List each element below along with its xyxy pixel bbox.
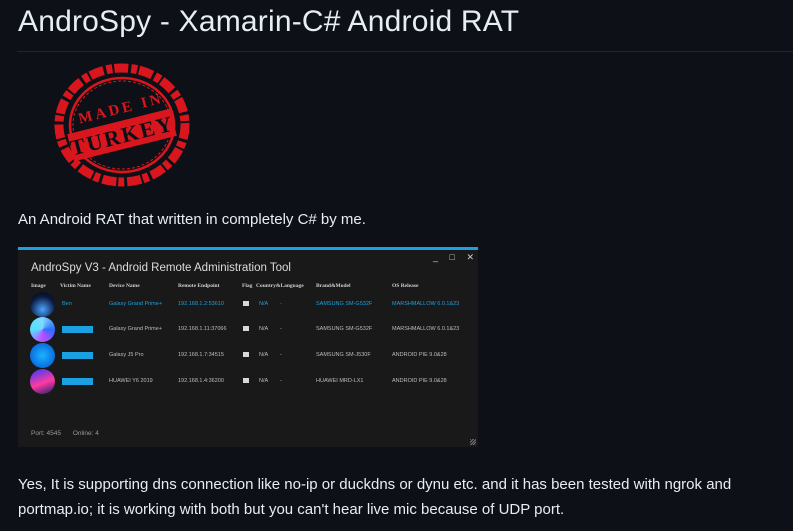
brand-model: SAMSUNG SM-J530F [316, 352, 371, 358]
device-wallpaper-thumbnail [30, 369, 55, 394]
online-count: Online: 4 [72, 430, 99, 437]
country: N/A [259, 352, 269, 358]
intro-paragraph: An Android RAT that written in completel… [18, 211, 366, 228]
victim-name-redacted [62, 326, 93, 333]
os-release: ANDROID PIE 9.0&28 [392, 352, 447, 358]
column-header-victim[interactable]: Victim Name [60, 283, 91, 289]
device-name: Galaxy Grand Prime+ [109, 301, 163, 307]
column-header-brand[interactable]: Brand&Model [316, 283, 351, 289]
brand-model: SAMSUNG SM-G532F [316, 326, 373, 332]
flag-icon [243, 301, 249, 306]
table-row[interactable]: HUAWEI Y6 2019 192.168.1.4:36200 N/A - H… [18, 369, 478, 395]
column-header-flag[interactable]: Flag [242, 283, 252, 289]
language: - [280, 301, 282, 307]
made-in-turkey-logo: MADE IN TURKEY [53, 63, 191, 188]
table-row[interactable]: Galaxy J5 Pro 192.168.1.7:34515 N/A - SA… [18, 343, 478, 369]
language: - [280, 378, 282, 384]
close-icon[interactable]: ✕ [466, 252, 474, 262]
remote-endpoint: 192.168.1.11:37066 [178, 326, 227, 332]
victim-name: Ben [62, 301, 72, 307]
device-wallpaper-thumbnail [30, 343, 55, 368]
victim-name-redacted [62, 352, 93, 359]
column-header-endpoint[interactable]: Remote Endpoint [178, 283, 219, 289]
device-name: Galaxy Grand Prime+ [109, 326, 163, 332]
table-row[interactable]: Galaxy Grand Prime+ 192.168.1.11:37066 N… [18, 317, 478, 343]
column-header-device[interactable]: Device Name [109, 283, 140, 289]
remote-endpoint: 192.168.1.2:53610 [178, 301, 224, 307]
device-name: Galaxy J5 Pro [109, 352, 144, 358]
flag-icon [243, 352, 249, 357]
table-row[interactable]: Ben Galaxy Grand Prime+ 192.168.1.2:5361… [18, 292, 478, 318]
flag-icon [243, 378, 249, 383]
os-release: MARSHMALLOW 6.0.1&23 [392, 301, 460, 307]
app-window-title: AndroSpy V3 - Android Remote Administrat… [31, 262, 291, 274]
device-wallpaper-thumbnail [30, 317, 55, 342]
remote-endpoint: 192.168.1.4:36200 [178, 378, 224, 384]
heading-divider [17, 51, 793, 52]
flag-icon [243, 326, 249, 331]
androspy-app-screenshot: AndroSpy V3 - Android Remote Administrat… [18, 247, 478, 447]
device-wallpaper-thumbnail [30, 292, 55, 317]
brand-model: HUAWEI MRD-LX1 [316, 378, 364, 384]
column-header-country[interactable]: Country&Language [256, 283, 304, 289]
language: - [280, 326, 282, 332]
minimize-icon[interactable]: _ [433, 252, 438, 262]
maximize-icon[interactable]: □ [450, 252, 455, 262]
country: N/A [259, 326, 269, 332]
page-title: AndroSpy - Xamarin-C# Android RAT [18, 5, 520, 38]
column-header-image[interactable]: Image [31, 283, 46, 289]
country: N/A [259, 301, 269, 307]
victim-name-redacted [62, 378, 93, 385]
window-controls: _ □ ✕ [424, 252, 474, 263]
remote-endpoint: 192.168.1.7:34515 [178, 352, 224, 358]
os-release: MARSHMALLOW 6.0.1&23 [392, 326, 460, 332]
language: - [280, 352, 282, 358]
brand-model: SAMSUNG SM-G532F [316, 301, 373, 307]
status-bar: Port: 4545 Online: 4 [31, 430, 109, 437]
os-release: ANDROID PIE 9.0&28 [392, 378, 447, 384]
port-status: Port: 4545 [31, 430, 61, 437]
description-paragraph: Yes, It is supporting dns connection lik… [18, 476, 732, 518]
resize-grip-icon[interactable] [470, 439, 476, 445]
country: N/A [259, 378, 269, 384]
device-name: HUAWEI Y6 2019 [109, 378, 153, 384]
column-header-os[interactable]: OS Release [392, 283, 418, 289]
